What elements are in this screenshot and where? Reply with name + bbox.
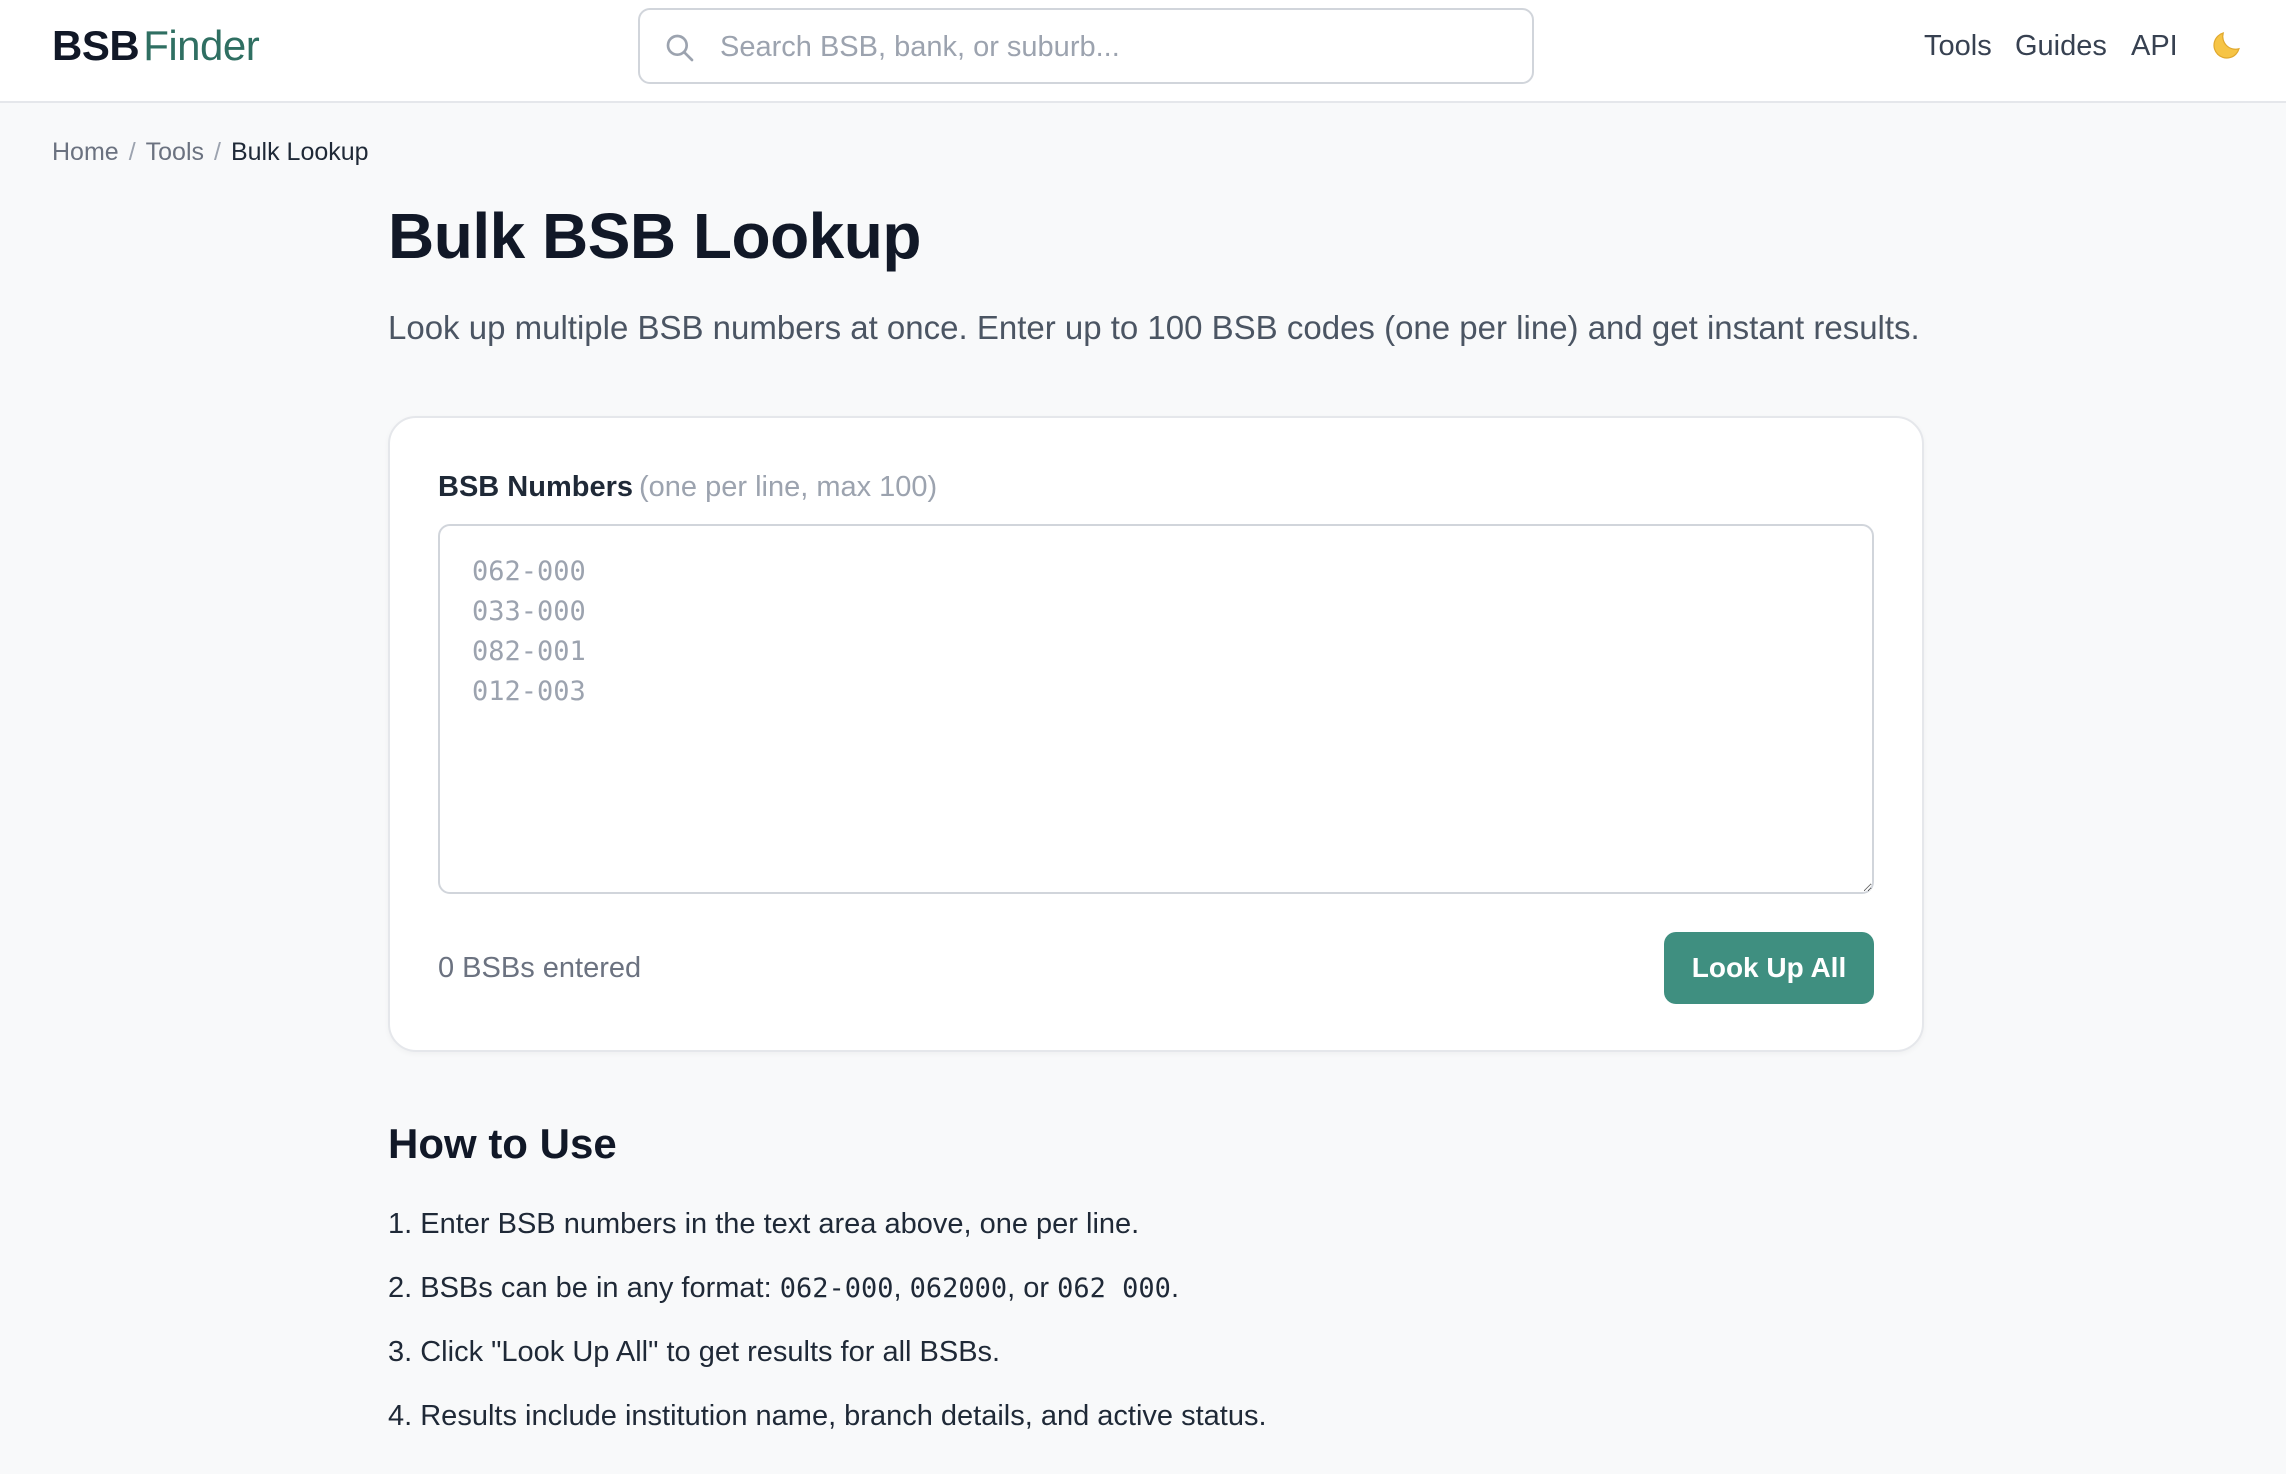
- step2-separator: , or: [1007, 1272, 1058, 1304]
- step2-text: 2. BSBs can be in any format:: [388, 1272, 780, 1304]
- breadcrumb-separator: /: [128, 138, 136, 166]
- how-to-step-4: 4. Results include institution name, bra…: [388, 1400, 1267, 1432]
- breadcrumb-home[interactable]: Home: [52, 136, 119, 168]
- how-to-step-2: 2. BSBs can be in any format: 062-000, 0…: [388, 1268, 1179, 1309]
- logo-bold-text: BSB: [52, 22, 140, 69]
- how-to-step-1: 1. Enter BSB numbers in the text area ab…: [388, 1208, 1140, 1240]
- site-logo[interactable]: BSBFinder: [52, 22, 260, 70]
- format-example-space: 062 000: [1057, 1273, 1171, 1304]
- field-label-text: BSB Numbers: [438, 471, 633, 503]
- page-subtitle: Look up multiple BSB numbers at once. En…: [388, 309, 1920, 346]
- field-label-hint: (one per line, max 100): [639, 471, 938, 503]
- step2-separator: ,: [893, 1272, 910, 1304]
- bulk-lookup-card: BSB Numbers(one per line, max 100) 0 BSB…: [388, 416, 1924, 1052]
- search-input[interactable]: [720, 20, 1510, 74]
- look-up-all-button[interactable]: Look Up All: [1664, 932, 1874, 1004]
- breadcrumb-tools[interactable]: Tools: [146, 136, 204, 168]
- moon-icon[interactable]: [2209, 27, 2245, 63]
- nav-link-tools[interactable]: Tools: [1924, 26, 1992, 66]
- breadcrumb-separator: /: [214, 138, 221, 166]
- format-example-dash: 062-000: [779, 1273, 894, 1304]
- nav-link-guides[interactable]: Guides: [2015, 26, 2107, 66]
- bsb-numbers-textarea[interactable]: [438, 524, 1874, 894]
- step2-suffix: .: [1170, 1272, 1179, 1304]
- breadcrumb-current: Bulk Lookup: [230, 138, 369, 166]
- bsb-count-text: 0 BSBs entered: [438, 952, 642, 984]
- breadcrumb: Home / Tools / Bulk Lookup: [52, 136, 369, 168]
- top-navbar: BSBFinder Tools Guides API: [0, 0, 2286, 103]
- search-box[interactable]: [638, 8, 1534, 84]
- format-example-plain: 062000: [909, 1273, 1008, 1304]
- bsb-numbers-label: BSB Numbers (one per line, max 100): [438, 468, 937, 506]
- nav-link-api[interactable]: API: [2131, 26, 2178, 66]
- how-to-step-3: 3. Click "Look Up All" to get results fo…: [388, 1336, 1001, 1368]
- logo-light-text: Finder: [143, 22, 260, 69]
- how-to-use-heading: How to Use: [388, 1120, 617, 1167]
- search-icon: [666, 34, 694, 62]
- page-title: Bulk BSB Lookup: [388, 200, 921, 272]
